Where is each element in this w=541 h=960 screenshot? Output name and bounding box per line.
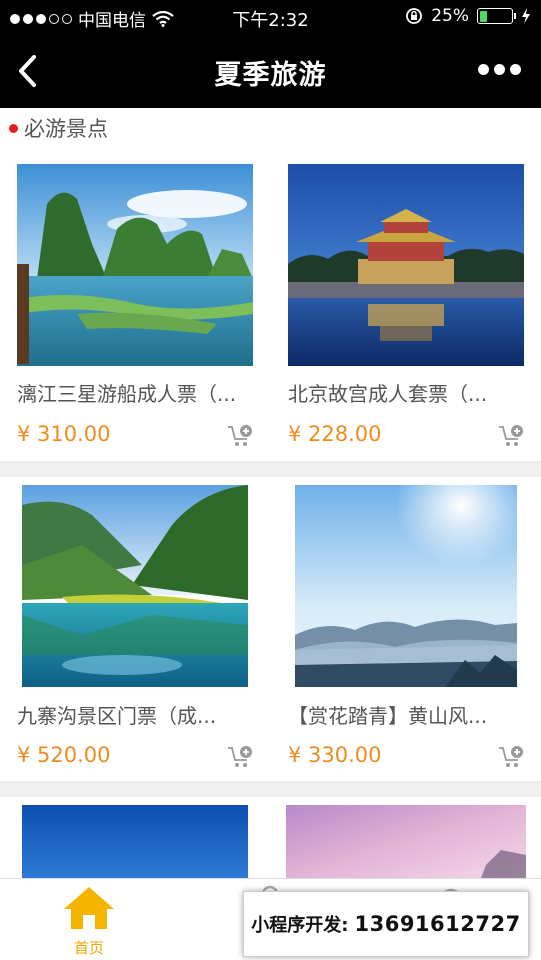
add-to-cart-icon[interactable] <box>227 424 253 448</box>
product-name[interactable]: 九寨沟景区门票（成... <box>17 700 257 729</box>
product-price: ¥ 310.00 <box>17 422 111 446</box>
home-icon <box>64 887 114 929</box>
banner-label: 小程序开发: <box>251 915 349 936</box>
section-accent-dot <box>9 123 18 133</box>
product-name[interactable]: 北京故宫成人套票（... <box>288 378 528 407</box>
section-title: 必游景点 <box>24 117 108 141</box>
contact-banner[interactable]: 小程序开发: 13691612727 <box>243 891 529 957</box>
product-card[interactable]: 【赏花踏青】黄山风... ¥ 330.00 <box>270 477 541 781</box>
product-image-huangshan[interactable] <box>295 485 517 687</box>
product-image-karst-river[interactable] <box>17 164 253 366</box>
banner-phone[interactable]: 13691612727 <box>354 912 520 936</box>
product-price: ¥ 520.00 <box>17 743 111 767</box>
add-to-cart-icon[interactable] <box>498 745 524 769</box>
product-name[interactable]: 【赏花踏青】黄山风... <box>288 700 528 729</box>
battery-icon <box>477 8 516 24</box>
battery-percent: 25% <box>431 6 469 26</box>
product-image-pink-sky[interactable] <box>286 805 526 878</box>
product-image-forbidden-city[interactable] <box>288 164 524 366</box>
product-image-blue-sky[interactable] <box>22 805 248 878</box>
product-name[interactable]: 漓江三星游船成人票（... <box>17 378 257 407</box>
charging-icon <box>522 8 530 24</box>
add-to-cart-icon[interactable] <box>498 424 524 448</box>
status-bar: 中国电信 下午2:32 25% <box>0 0 541 34</box>
product-card[interactable] <box>270 797 541 878</box>
product-card[interactable]: 漓江三星游船成人票（... ¥ 310.00 <box>0 148 270 460</box>
status-right: 25% <box>405 6 531 26</box>
row-separator <box>0 781 541 797</box>
page-title: 夏季旅游 <box>214 60 327 91</box>
nav-bar: 夏季旅游 <box>0 34 541 108</box>
more-dots-icon[interactable] <box>478 64 521 75</box>
product-price: ¥ 330.00 <box>288 743 382 767</box>
orientation-lock-icon <box>406 8 423 24</box>
row-separator <box>0 461 541 477</box>
section-header: 必游景点 <box>0 108 541 148</box>
tab-home[interactable]: 首页 <box>34 885 144 958</box>
product-card[interactable] <box>0 797 270 878</box>
tab-home-label: 首页 <box>73 939 104 957</box>
add-to-cart-icon[interactable] <box>227 745 253 769</box>
product-price: ¥ 228.00 <box>288 422 382 446</box>
product-card[interactable]: 北京故宫成人套票（... ¥ 228.00 <box>270 148 541 460</box>
product-card[interactable]: 九寨沟景区门票（成... ¥ 520.00 <box>0 477 270 781</box>
product-image-jiuzhaigou[interactable] <box>22 485 248 687</box>
